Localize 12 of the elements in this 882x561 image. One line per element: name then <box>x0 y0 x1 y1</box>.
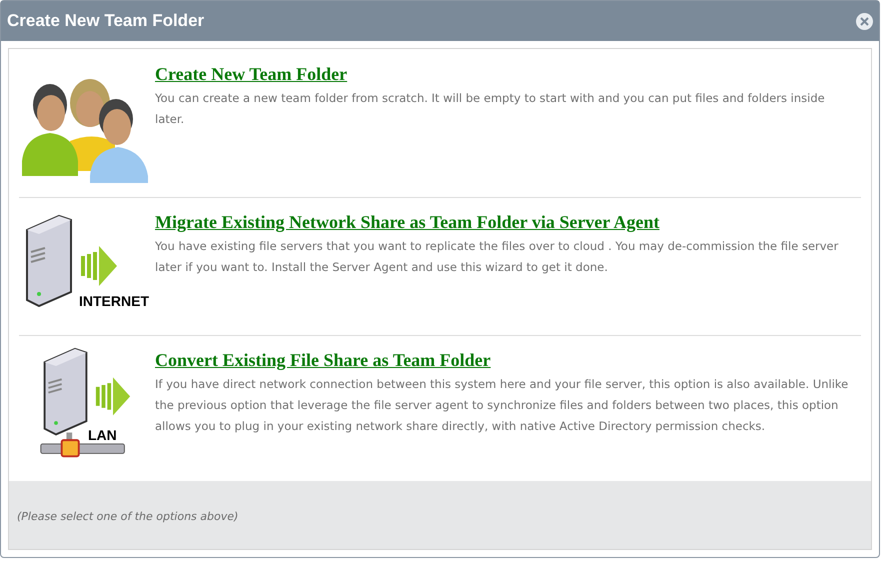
close-icon <box>860 16 869 26</box>
icon-caption: LAN <box>88 428 117 442</box>
option-description: You can create a new team folder from scratch. It will be empty to start with and you can put files and folders inside later. <box>155 90 826 128</box>
window-title: Create New Team Folder <box>7 10 204 32</box>
option-description: If you have direct network connection between this system here and your file server, this option is also available. Unlike the previous option that leverage the file server agent to synchronize files and folders between two places, this option allows you to plug in your existing network share directly, with native Active Directory permission checks. <box>155 376 850 435</box>
hint-text: (Please select one of the options above) <box>17 508 238 525</box>
close-button[interactable] <box>856 12 873 30</box>
option-description: You have existing file servers that you want to replicate the files over to cloud . You may de-commission the file server later if you want to. Install the Server Agent and use this wizard to get it done. <box>155 238 840 276</box>
icon-caption: INTERNET <box>79 294 149 308</box>
option-link[interactable]: Create New Team Folder <box>155 63 348 85</box>
option-link[interactable]: Convert Existing File Share as Team Folder <box>155 349 491 371</box>
option-link[interactable]: Migrate Existing Network Share as Team Folder via Server Agent <box>155 211 660 233</box>
